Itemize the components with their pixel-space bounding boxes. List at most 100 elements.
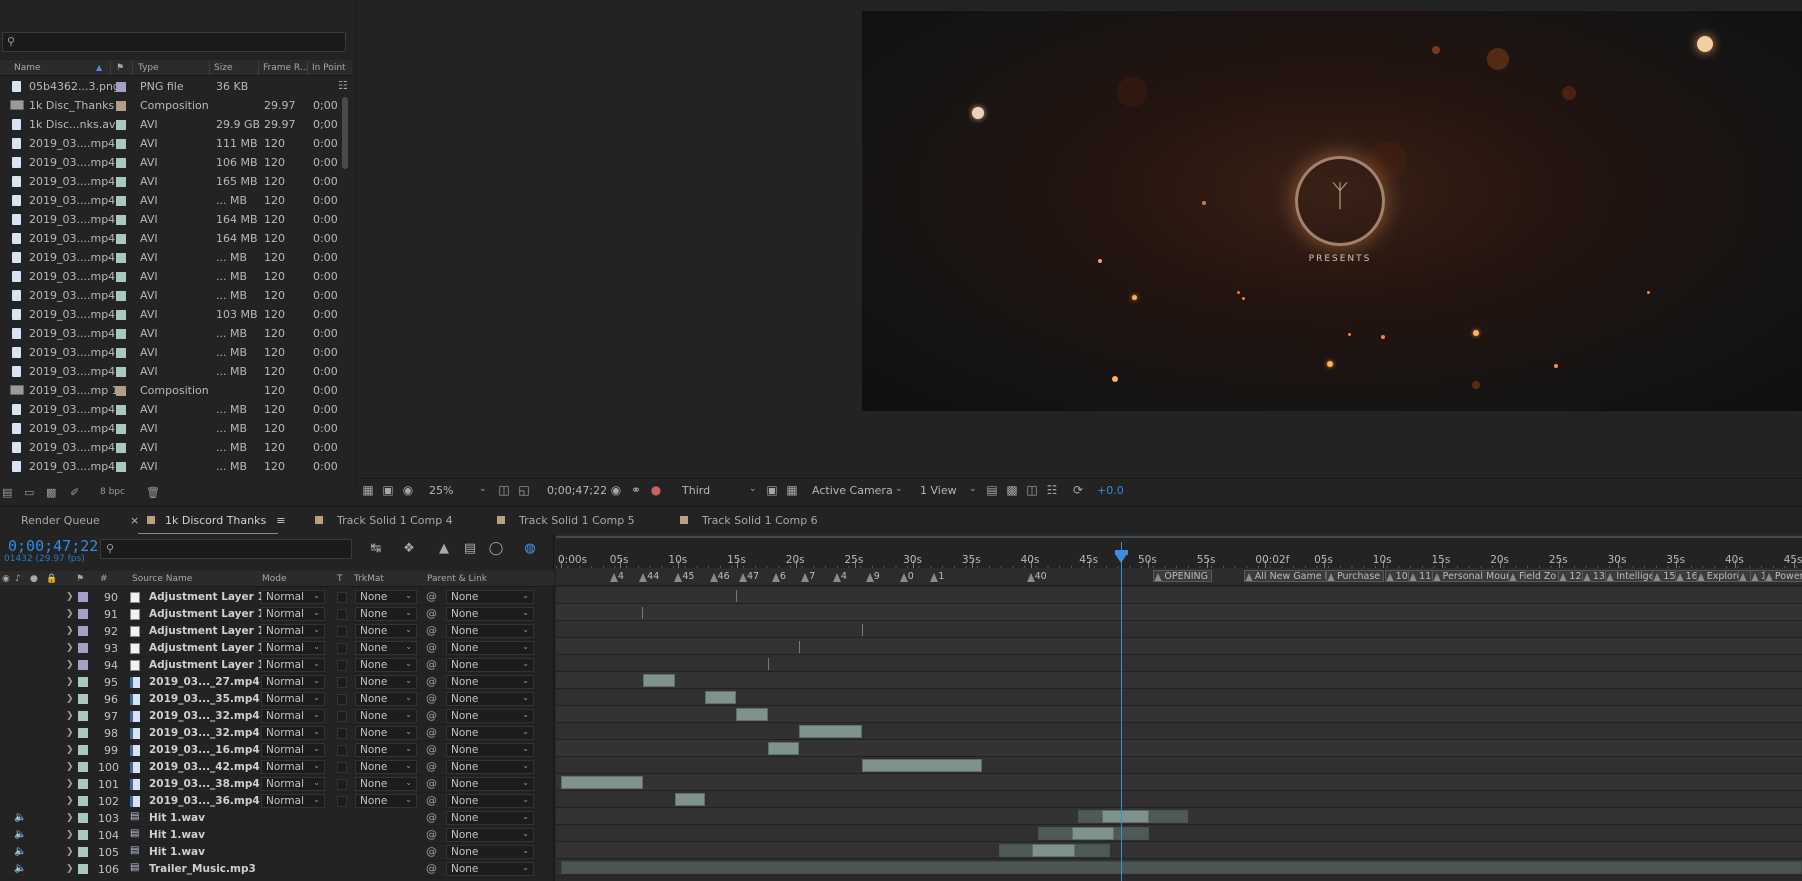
label-swatch[interactable]: [116, 82, 126, 92]
grid-icon[interactable]: ◫: [497, 483, 511, 497]
lock-icon[interactable]: 🔒: [46, 574, 57, 584]
pickwhip-icon[interactable]: @: [426, 726, 437, 739]
region-icon[interactable]: ◱: [517, 483, 531, 497]
project-item-row[interactable]: 2019_03....mp4 AVI ... MB 120 0:00: [0, 457, 352, 476]
project-item-row[interactable]: 05b4362...3.png PNG file 36 KB: [0, 77, 352, 96]
pickwhip-icon[interactable]: @: [426, 590, 437, 603]
expand-twirl-icon[interactable]: ❯: [66, 813, 74, 823]
expand-twirl-icon[interactable]: ❯: [66, 830, 74, 840]
roi-icon[interactable]: ▣: [765, 483, 779, 497]
layer-duration-bar[interactable]: [767, 742, 800, 755]
blend-mode-dropdown[interactable]: Normal ⌄: [261, 590, 325, 604]
project-item-row[interactable]: 2019_03....mp4 AVI ... MB 120 0:00: [0, 419, 352, 438]
parent-dropdown[interactable]: None ⌄: [446, 743, 534, 757]
label-swatch[interactable]: [78, 728, 88, 738]
comp-marker[interactable]: 45: [674, 571, 694, 583]
toggle-pixel-aspect-icon[interactable]: ▤: [985, 483, 999, 497]
parent-dropdown[interactable]: None ⌄: [446, 726, 534, 740]
flowchart-icon[interactable]: ☷: [1045, 483, 1059, 497]
label-tag-icon[interactable]: ⚑: [116, 63, 124, 73]
layer-row[interactable]: ❯ 96 2019_03..._35.mp4 Normal ⌄ None ⌄ @ None ⌄: [0, 691, 554, 708]
label-swatch[interactable]: [78, 762, 88, 772]
comp-marker[interactable]: 44: [639, 571, 659, 583]
pickwhip-icon[interactable]: @: [426, 760, 437, 773]
blend-mode-dropdown[interactable]: Normal ⌄: [261, 692, 325, 706]
pickwhip-icon[interactable]: @: [426, 743, 437, 756]
expand-twirl-icon[interactable]: ❯: [66, 745, 74, 755]
project-item-row[interactable]: 2019_03....mp4 AVI ... MB 120 0:00: [0, 343, 352, 362]
project-item-row[interactable]: 2019_03....mp4 AVI 164 MB 120 0:00: [0, 210, 352, 229]
trash-icon[interactable]: 🗑: [146, 487, 160, 498]
col-trkmat[interactable]: TrkMat: [354, 574, 384, 584]
layer-row[interactable]: ❯ 101 2019_03..._38.mp4 Normal ⌄ None ⌄ @ None ⌄: [0, 776, 554, 793]
preserve-transparency-checkbox[interactable]: [337, 660, 347, 671]
track-matte-dropdown[interactable]: None ⌄: [355, 692, 417, 706]
audio-icon[interactable]: ♪: [15, 574, 21, 584]
pickwhip-icon[interactable]: @: [426, 675, 437, 688]
label-swatch[interactable]: [78, 694, 88, 704]
layer-row[interactable]: ❯ 91 Adjustment Layer 1 Normal ⌄ None ⌄ @ None ⌄: [0, 606, 554, 623]
chevron-down-icon[interactable]: ⌄: [749, 484, 757, 494]
comp-mini-flowchart-icon[interactable]: ↹: [368, 541, 384, 557]
parent-dropdown[interactable]: None ⌄: [446, 828, 534, 842]
transparency-grid-icon[interactable]: ▦: [785, 483, 799, 497]
draft-3d-icon[interactable]: ❖: [401, 541, 417, 557]
blend-mode-dropdown[interactable]: Normal ⌄: [261, 641, 325, 655]
preserve-transparency-checkbox[interactable]: [337, 762, 347, 773]
track-matte-dropdown[interactable]: None ⌄: [355, 590, 417, 604]
layer-row[interactable]: ❯ 102 2019_03..._36.mp4 Normal ⌄ None ⌄ @ None ⌄: [0, 793, 554, 810]
project-item-row[interactable]: 2019_03....mp4 AVI 103 MB 120 0:00: [0, 305, 352, 324]
label-swatch[interactable]: [116, 348, 126, 358]
comp-marker[interactable]: 4: [609, 571, 624, 583]
project-item-row[interactable]: 2019_03....mp4 AVI 106 MB 120 0:00: [0, 153, 352, 172]
layer-row[interactable]: 🔈 ❯ 103 ▤ Hit 1.wav @ None ⌄: [0, 810, 554, 827]
preserve-transparency-checkbox[interactable]: [337, 745, 347, 756]
parent-dropdown[interactable]: None ⌄: [446, 692, 534, 706]
project-item-row[interactable]: 2019_03....mp4 AVI 165 MB 120 0:00: [0, 172, 352, 191]
blend-mode-dropdown[interactable]: Normal ⌄: [261, 794, 325, 808]
reset-exposure-icon[interactable]: ⟳: [1071, 483, 1085, 497]
camera-dropdown[interactable]: Active Camera: [812, 484, 893, 497]
speaker-icon[interactable]: 🔈: [14, 829, 26, 840]
label-swatch[interactable]: [116, 196, 126, 206]
new-composition-icon[interactable]: ▩: [46, 487, 60, 498]
track-matte-dropdown[interactable]: None ⌄: [355, 794, 417, 808]
exposure-value[interactable]: +0.0: [1097, 484, 1124, 497]
project-item-row[interactable]: 2019_03....mp4 AVI ... MB 120 0:00: [0, 248, 352, 267]
track-matte-dropdown[interactable]: None ⌄: [355, 658, 417, 672]
track-matte-dropdown[interactable]: None ⌄: [355, 743, 417, 757]
preserve-transparency-checkbox[interactable]: [337, 779, 347, 790]
track-matte-dropdown[interactable]: None ⌄: [355, 726, 417, 740]
timeline-icon[interactable]: ◫: [1025, 483, 1039, 497]
speaker-icon[interactable]: 🔈: [14, 812, 26, 823]
mask-icon[interactable]: ◉: [401, 483, 415, 497]
track-matte-dropdown[interactable]: None ⌄: [355, 760, 417, 774]
pickwhip-icon[interactable]: @: [426, 641, 437, 654]
label-swatch[interactable]: [78, 643, 88, 653]
frame-blending-icon[interactable]: ▤: [462, 541, 478, 557]
comp-marker[interactable]: 4: [832, 571, 847, 583]
solo-icon[interactable]: ●: [30, 574, 38, 584]
label-swatch[interactable]: [78, 592, 88, 602]
chevron-down-icon[interactable]: ⌄: [969, 484, 977, 494]
label-swatch[interactable]: [78, 830, 88, 840]
label-swatch[interactable]: [78, 847, 88, 857]
col-parent[interactable]: Parent & Link: [427, 574, 487, 584]
label-swatch[interactable]: [116, 310, 126, 320]
monitor-icon[interactable]: ▣: [381, 483, 395, 497]
comp-marker[interactable]: 7: [801, 571, 815, 583]
layer-duration-bar[interactable]: [705, 691, 736, 704]
col-number[interactable]: #: [100, 574, 108, 584]
label-swatch[interactable]: [116, 158, 126, 168]
project-item-row[interactable]: 2019_03....mp4 AVI ... MB 120 0:00: [0, 400, 352, 419]
camera-snapshot-icon[interactable]: ◉: [609, 483, 623, 497]
expand-twirl-icon[interactable]: ❯: [66, 677, 74, 687]
close-icon[interactable]: ×: [130, 514, 139, 527]
preserve-transparency-checkbox[interactable]: [337, 643, 347, 654]
label-swatch[interactable]: [116, 424, 126, 434]
pickwhip-icon[interactable]: @: [426, 624, 437, 637]
interpret-footage-icon[interactable]: ▤: [2, 487, 16, 498]
label-swatch[interactable]: [116, 329, 126, 339]
expand-twirl-icon[interactable]: ❯: [66, 694, 74, 704]
blend-mode-dropdown[interactable]: Normal ⌄: [261, 777, 325, 791]
